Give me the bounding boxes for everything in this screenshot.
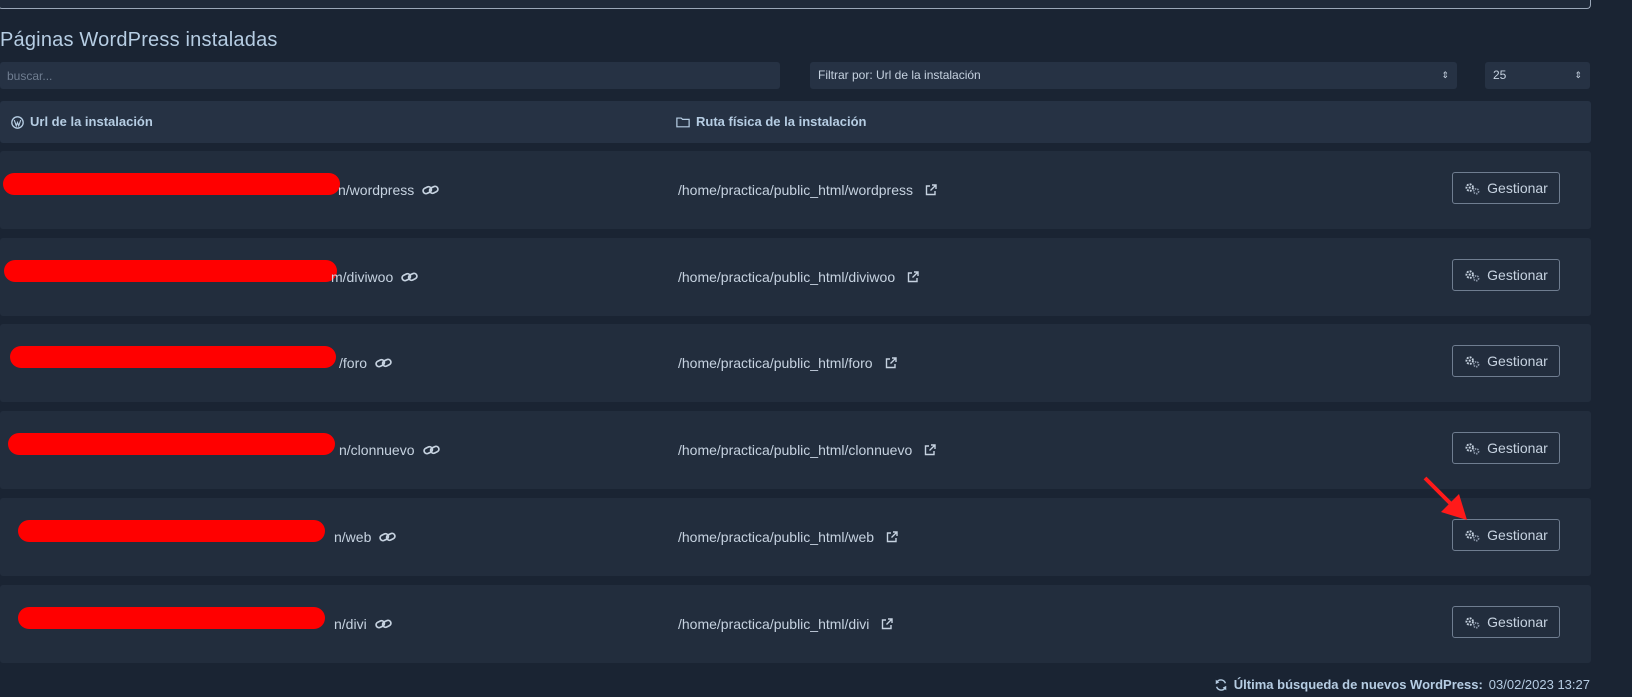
installation-path-text: /home/practica/public_html/wordpress bbox=[678, 182, 913, 198]
installation-url[interactable]: n/clonnuevo bbox=[339, 411, 440, 489]
external-link-icon[interactable] bbox=[886, 531, 898, 543]
external-link-icon[interactable] bbox=[924, 444, 936, 456]
installation-path[interactable]: /home/practica/public_html/wordpress bbox=[678, 151, 937, 229]
select-arrows-icon: ⇕ bbox=[1441, 70, 1449, 80]
column-header-url-label: Url de la instalación bbox=[30, 114, 153, 129]
manage-button-label: Gestionar bbox=[1487, 180, 1548, 196]
link-icon[interactable] bbox=[375, 357, 392, 369]
installation-url[interactable]: n/wordpress bbox=[338, 151, 439, 229]
column-header-url[interactable]: Url de la instalación bbox=[11, 101, 153, 143]
installation-url-text: n/divi bbox=[334, 616, 367, 632]
installation-url-text: m/diviwoo bbox=[331, 269, 394, 285]
installation-path-text: /home/practica/public_html/web bbox=[678, 529, 875, 545]
gears-icon bbox=[1465, 182, 1480, 195]
filter-select[interactable]: Filtrar por: Url de la instalación ⇕ bbox=[810, 62, 1457, 89]
manage-button-label: Gestionar bbox=[1487, 527, 1548, 543]
external-link-icon[interactable] bbox=[907, 271, 919, 283]
link-icon[interactable] bbox=[422, 184, 439, 196]
redacted-url-mark bbox=[8, 433, 335, 455]
manage-button[interactable]: Gestionar bbox=[1452, 172, 1560, 204]
link-icon[interactable] bbox=[422, 444, 440, 456]
gears-icon bbox=[1465, 355, 1480, 368]
installation-url[interactable]: n/web bbox=[334, 498, 397, 576]
installation-url-text: n/wordpress bbox=[338, 182, 415, 198]
manage-button-label: Gestionar bbox=[1487, 353, 1548, 369]
installation-path-text: /home/practica/public_html/foro bbox=[678, 355, 873, 371]
annotation-arrow-icon bbox=[1423, 476, 1467, 520]
per-page-value: 25 bbox=[1493, 68, 1507, 82]
redacted-url-mark bbox=[3, 173, 340, 195]
table-row: m/diviwoo /home/practica/public_html/div… bbox=[0, 238, 1591, 316]
folder-icon bbox=[676, 117, 690, 128]
wordpress-icon bbox=[11, 115, 24, 129]
installation-url-text: /foro bbox=[339, 355, 368, 371]
per-page-select[interactable]: 25 ⇕ bbox=[1485, 62, 1590, 89]
installation-url[interactable]: m/diviwoo bbox=[331, 238, 418, 316]
last-scan-info: Última búsqueda de nuevos WordPress: 03/… bbox=[1214, 677, 1590, 692]
installation-path-text: /home/practica/public_html/divi bbox=[678, 616, 870, 632]
gears-icon bbox=[1465, 269, 1480, 282]
installation-url-text: n/clonnuevo bbox=[339, 442, 415, 458]
manage-button-label: Gestionar bbox=[1487, 614, 1548, 630]
installation-path[interactable]: /home/practica/public_html/diviwoo bbox=[678, 238, 919, 316]
page-title: Páginas WordPress instaladas bbox=[0, 29, 278, 51]
redacted-url-mark bbox=[18, 520, 325, 542]
redacted-url-mark bbox=[18, 607, 325, 629]
installation-path-text: /home/practica/public_html/diviwoo bbox=[678, 269, 896, 285]
table-header: Url de la instalación Ruta física de la … bbox=[0, 101, 1591, 143]
table-row: n/wordpress /home/practica/public_html/w… bbox=[0, 151, 1591, 229]
link-icon[interactable] bbox=[401, 271, 418, 283]
manage-button-label: Gestionar bbox=[1487, 267, 1548, 283]
filter-select-label: Filtrar por: Url de la instalación bbox=[818, 68, 981, 82]
select-arrows-icon: ⇕ bbox=[1574, 70, 1582, 80]
manage-button[interactable]: Gestionar bbox=[1452, 259, 1560, 291]
link-icon[interactable] bbox=[374, 618, 392, 630]
gears-icon bbox=[1465, 442, 1480, 455]
external-link-icon[interactable] bbox=[885, 357, 897, 369]
top-panel-edge bbox=[0, 0, 1591, 9]
manage-button[interactable]: Gestionar bbox=[1452, 432, 1560, 464]
refresh-icon bbox=[1215, 678, 1227, 691]
last-scan-timestamp: 03/02/2023 13:27 bbox=[1488, 677, 1590, 692]
column-header-path[interactable]: Ruta física de la instalación bbox=[676, 101, 867, 143]
gears-icon bbox=[1465, 529, 1480, 542]
table-row: /foro /home/practica/public_html/foro Ge… bbox=[0, 324, 1591, 402]
column-header-path-label: Ruta física de la instalación bbox=[696, 114, 867, 129]
installation-url[interactable]: /foro bbox=[339, 324, 392, 402]
external-link-icon[interactable] bbox=[881, 618, 894, 630]
manage-button[interactable]: Gestionar bbox=[1452, 606, 1560, 638]
last-scan-label: Última búsqueda de nuevos WordPress: bbox=[1233, 677, 1483, 692]
manage-button-label: Gestionar bbox=[1487, 440, 1548, 456]
search-input[interactable] bbox=[0, 62, 780, 89]
table-row: n/web /home/practica/public_html/web Ges… bbox=[0, 498, 1591, 576]
external-link-icon[interactable] bbox=[925, 184, 937, 196]
installation-path[interactable]: /home/practica/public_html/clonnuevo bbox=[678, 411, 936, 489]
redacted-url-mark bbox=[4, 260, 337, 282]
gears-icon bbox=[1465, 616, 1480, 629]
installation-path[interactable]: /home/practica/public_html/divi bbox=[678, 585, 894, 663]
redacted-url-mark bbox=[10, 346, 336, 368]
installation-path-text: /home/practica/public_html/clonnuevo bbox=[678, 442, 913, 458]
manage-button[interactable]: Gestionar bbox=[1452, 345, 1560, 377]
table-row: n/divi /home/practica/public_html/divi G… bbox=[0, 585, 1591, 663]
table-row: n/clonnuevo /home/practica/public_html/c… bbox=[0, 411, 1591, 489]
installation-path[interactable]: /home/practica/public_html/web bbox=[678, 498, 898, 576]
link-icon[interactable] bbox=[379, 531, 397, 543]
installation-path[interactable]: /home/practica/public_html/foro bbox=[678, 324, 897, 402]
installation-url[interactable]: n/divi bbox=[334, 585, 392, 663]
installation-url-text: n/web bbox=[334, 529, 372, 545]
